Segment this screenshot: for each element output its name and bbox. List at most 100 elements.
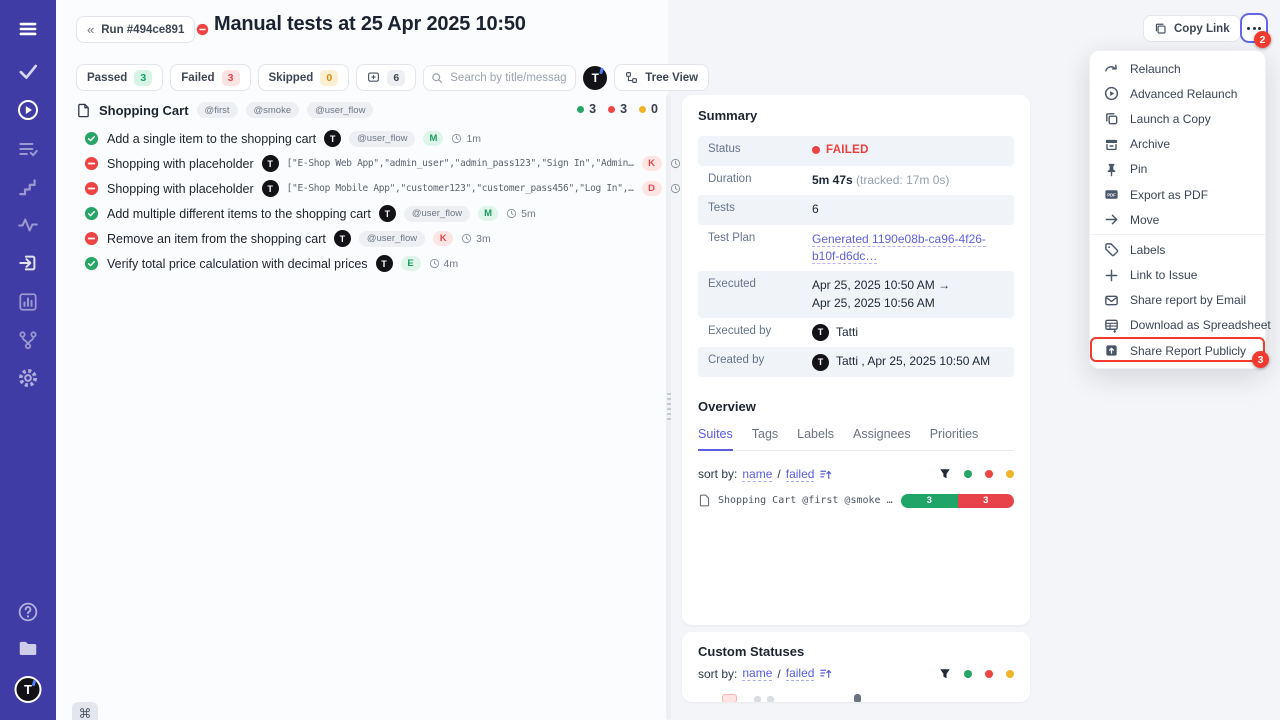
suite-tag[interactable]: @first [197,102,238,118]
sidebar-activity-icon[interactable] [17,214,39,236]
executed-by-avatar-filter[interactable]: T [583,66,607,90]
keyboard-shortcut-button[interactable]: ⌘ [72,702,98,720]
failed-toggle-dot[interactable] [985,670,993,678]
sort-separator: / [777,667,780,681]
annotation-step-3-badge: 3 [1252,351,1269,368]
skipped-toggle-dot[interactable] [1006,670,1014,678]
test-row[interactable]: Add multiple different items to the shop… [84,201,699,226]
failed-status-icon [84,181,99,196]
back-to-run-button[interactable]: « Run #494ce891 [76,16,195,43]
menu-item-advanced-relaunch[interactable]: Advanced Relaunch [1090,81,1265,106]
passed-toggle-dot[interactable] [964,470,972,478]
assignee-initial-badge: M [478,206,498,221]
sidebar-hamburger-icon[interactable] [17,18,39,40]
custom-statuses-filter-dots [939,668,1014,680]
funnel-filter-icon[interactable] [939,468,951,480]
sort-by-name-link[interactable]: name [742,467,772,482]
test-title[interactable]: Shopping with placeholder [107,157,254,171]
overview-filter-dots [939,468,1014,480]
failed-status-icon [84,156,99,171]
menu-item-labels[interactable]: Labels [1090,237,1265,262]
test-title[interactable]: Add a single item to the shopping cart [107,132,316,146]
failed-toggle-dot[interactable] [985,470,993,478]
sidebar-help-icon[interactable] [17,601,39,623]
test-tag[interactable]: @user_flow [349,131,415,147]
passed-toggle-dot[interactable] [964,670,972,678]
test-row[interactable]: Shopping with placeholderT["E-Shop Web A… [84,151,699,176]
summary-label: Status [708,142,812,155]
sidebar-gear-icon[interactable] [17,367,39,389]
menu-item-download-as-spreadsheet[interactable]: Download as Spreadsheet [1090,313,1265,338]
sidebar-bar-chart-icon[interactable] [17,291,39,313]
overview-section: Overview SuitesTagsLabelsAssigneesPriori… [698,399,1014,508]
test-title[interactable]: Shopping with placeholder [107,182,254,196]
summary-label: Executed [708,277,812,290]
sidebar-play-circle-icon[interactable] [17,99,39,121]
menu-item-relaunch[interactable]: Relaunch [1090,56,1265,81]
funnel-filter-icon[interactable] [939,668,951,680]
overview-tab-suites[interactable]: Suites [698,427,733,451]
menu-item-link-to-issue[interactable]: Link to Issue [1090,263,1265,288]
summary-label: Created by [708,353,812,366]
menu-item-archive[interactable]: Archive [1090,132,1265,157]
sidebar-folder-icon[interactable] [17,638,39,660]
test-title[interactable]: Verify total price calculation with deci… [107,257,368,271]
failed-dot [608,106,615,113]
skipped-dot [639,106,646,113]
pin-icon [1104,162,1119,177]
menu-item-pin[interactable]: Pin [1090,157,1265,182]
test-row[interactable]: Verify total price calculation with deci… [84,251,699,276]
passed-filter-button[interactable]: Passed 3 [76,64,163,91]
suite-tag[interactable]: @user_flow [307,102,373,118]
sidebar-steps-icon[interactable] [17,176,39,198]
overview-tab-priorities[interactable]: Priorities [930,427,979,450]
comments-count-badge: 6 [387,70,405,86]
menu-item-label: Download as Spreadsheet [1130,318,1271,332]
menu-item-move[interactable]: Move [1090,207,1265,232]
failed-filter-button[interactable]: Failed 3 [170,64,250,91]
test-example-data: ["E-Shop Mobile App","customer123","cust… [287,183,634,194]
skipped-toggle-dot[interactable] [1006,470,1014,478]
overview-tab-tags[interactable]: Tags [752,427,778,450]
overview-suite-row: Shopping Cart @first @smoke … 3 3 [698,494,1014,508]
test-duration: 4m [429,258,459,270]
menu-item-share-report-publicly[interactable]: Share Report Publicly [1090,338,1265,363]
sidebar-sign-in-icon[interactable] [17,252,39,274]
search-input[interactable] [423,65,576,91]
user-avatar[interactable]: T [15,676,42,703]
test-tag[interactable]: @user_flow [404,206,470,222]
menu-item-export-as-pdf[interactable]: PDFExport as PDF [1090,182,1265,207]
test-row[interactable]: Remove an item from the shopping cartT@u… [84,226,699,251]
menu-item-launch-a-copy[interactable]: Launch a Copy [1090,106,1265,131]
overview-tab-assignees[interactable]: Assignees [853,427,911,450]
skipped-filter-button[interactable]: Skipped 0 [258,64,350,91]
tree-view-toggle[interactable]: Tree View [614,64,709,91]
sort-by-failed-link[interactable]: failed [786,467,815,482]
sort-by-failed-link[interactable]: failed [786,666,815,681]
suite-tag[interactable]: @smoke [246,102,300,118]
test-row[interactable]: Add a single item to the shopping cartT@… [84,126,699,151]
archive-icon [1104,137,1119,152]
menu-item-share-report-by-email[interactable]: Share report by Email [1090,288,1265,313]
panel-resize-handle[interactable] [666,95,671,720]
test-row[interactable]: Shopping with placeholderT["E-Shop Mobil… [84,176,699,201]
overview-tab-labels[interactable]: Labels [797,427,834,450]
suite-results-bar[interactable]: 3 3 [901,494,1014,508]
test-tag[interactable]: @user_flow [359,231,425,247]
share-public-icon [1104,343,1119,358]
sort-by-name-link[interactable]: name [742,666,772,681]
sidebar-check-icon[interactable] [17,60,39,82]
person-avatar: T [812,324,829,341]
test-title[interactable]: Remove an item from the shopping cart [107,232,326,246]
sidebar-list-check-icon[interactable] [17,138,39,160]
test-title[interactable]: Add multiple different items to the shop… [107,207,371,221]
overview-suite-label[interactable]: Shopping Cart @first @smoke … [718,495,893,506]
passed-bar-segment: 3 [901,494,958,508]
comments-filter-button[interactable]: 6 [356,64,416,91]
sort-ascending-icon[interactable] [819,667,832,680]
copy-link-button[interactable]: Copy Link [1143,15,1241,42]
suite-header[interactable]: Shopping Cart @first @smoke @user_flow [76,102,373,118]
sidebar-branch-icon[interactable] [17,329,39,351]
sort-ascending-icon[interactable] [819,468,832,481]
test-plan-link[interactable]: Generated 1190e08b-ca96-4f26-b10f-d6dc… [812,232,986,264]
